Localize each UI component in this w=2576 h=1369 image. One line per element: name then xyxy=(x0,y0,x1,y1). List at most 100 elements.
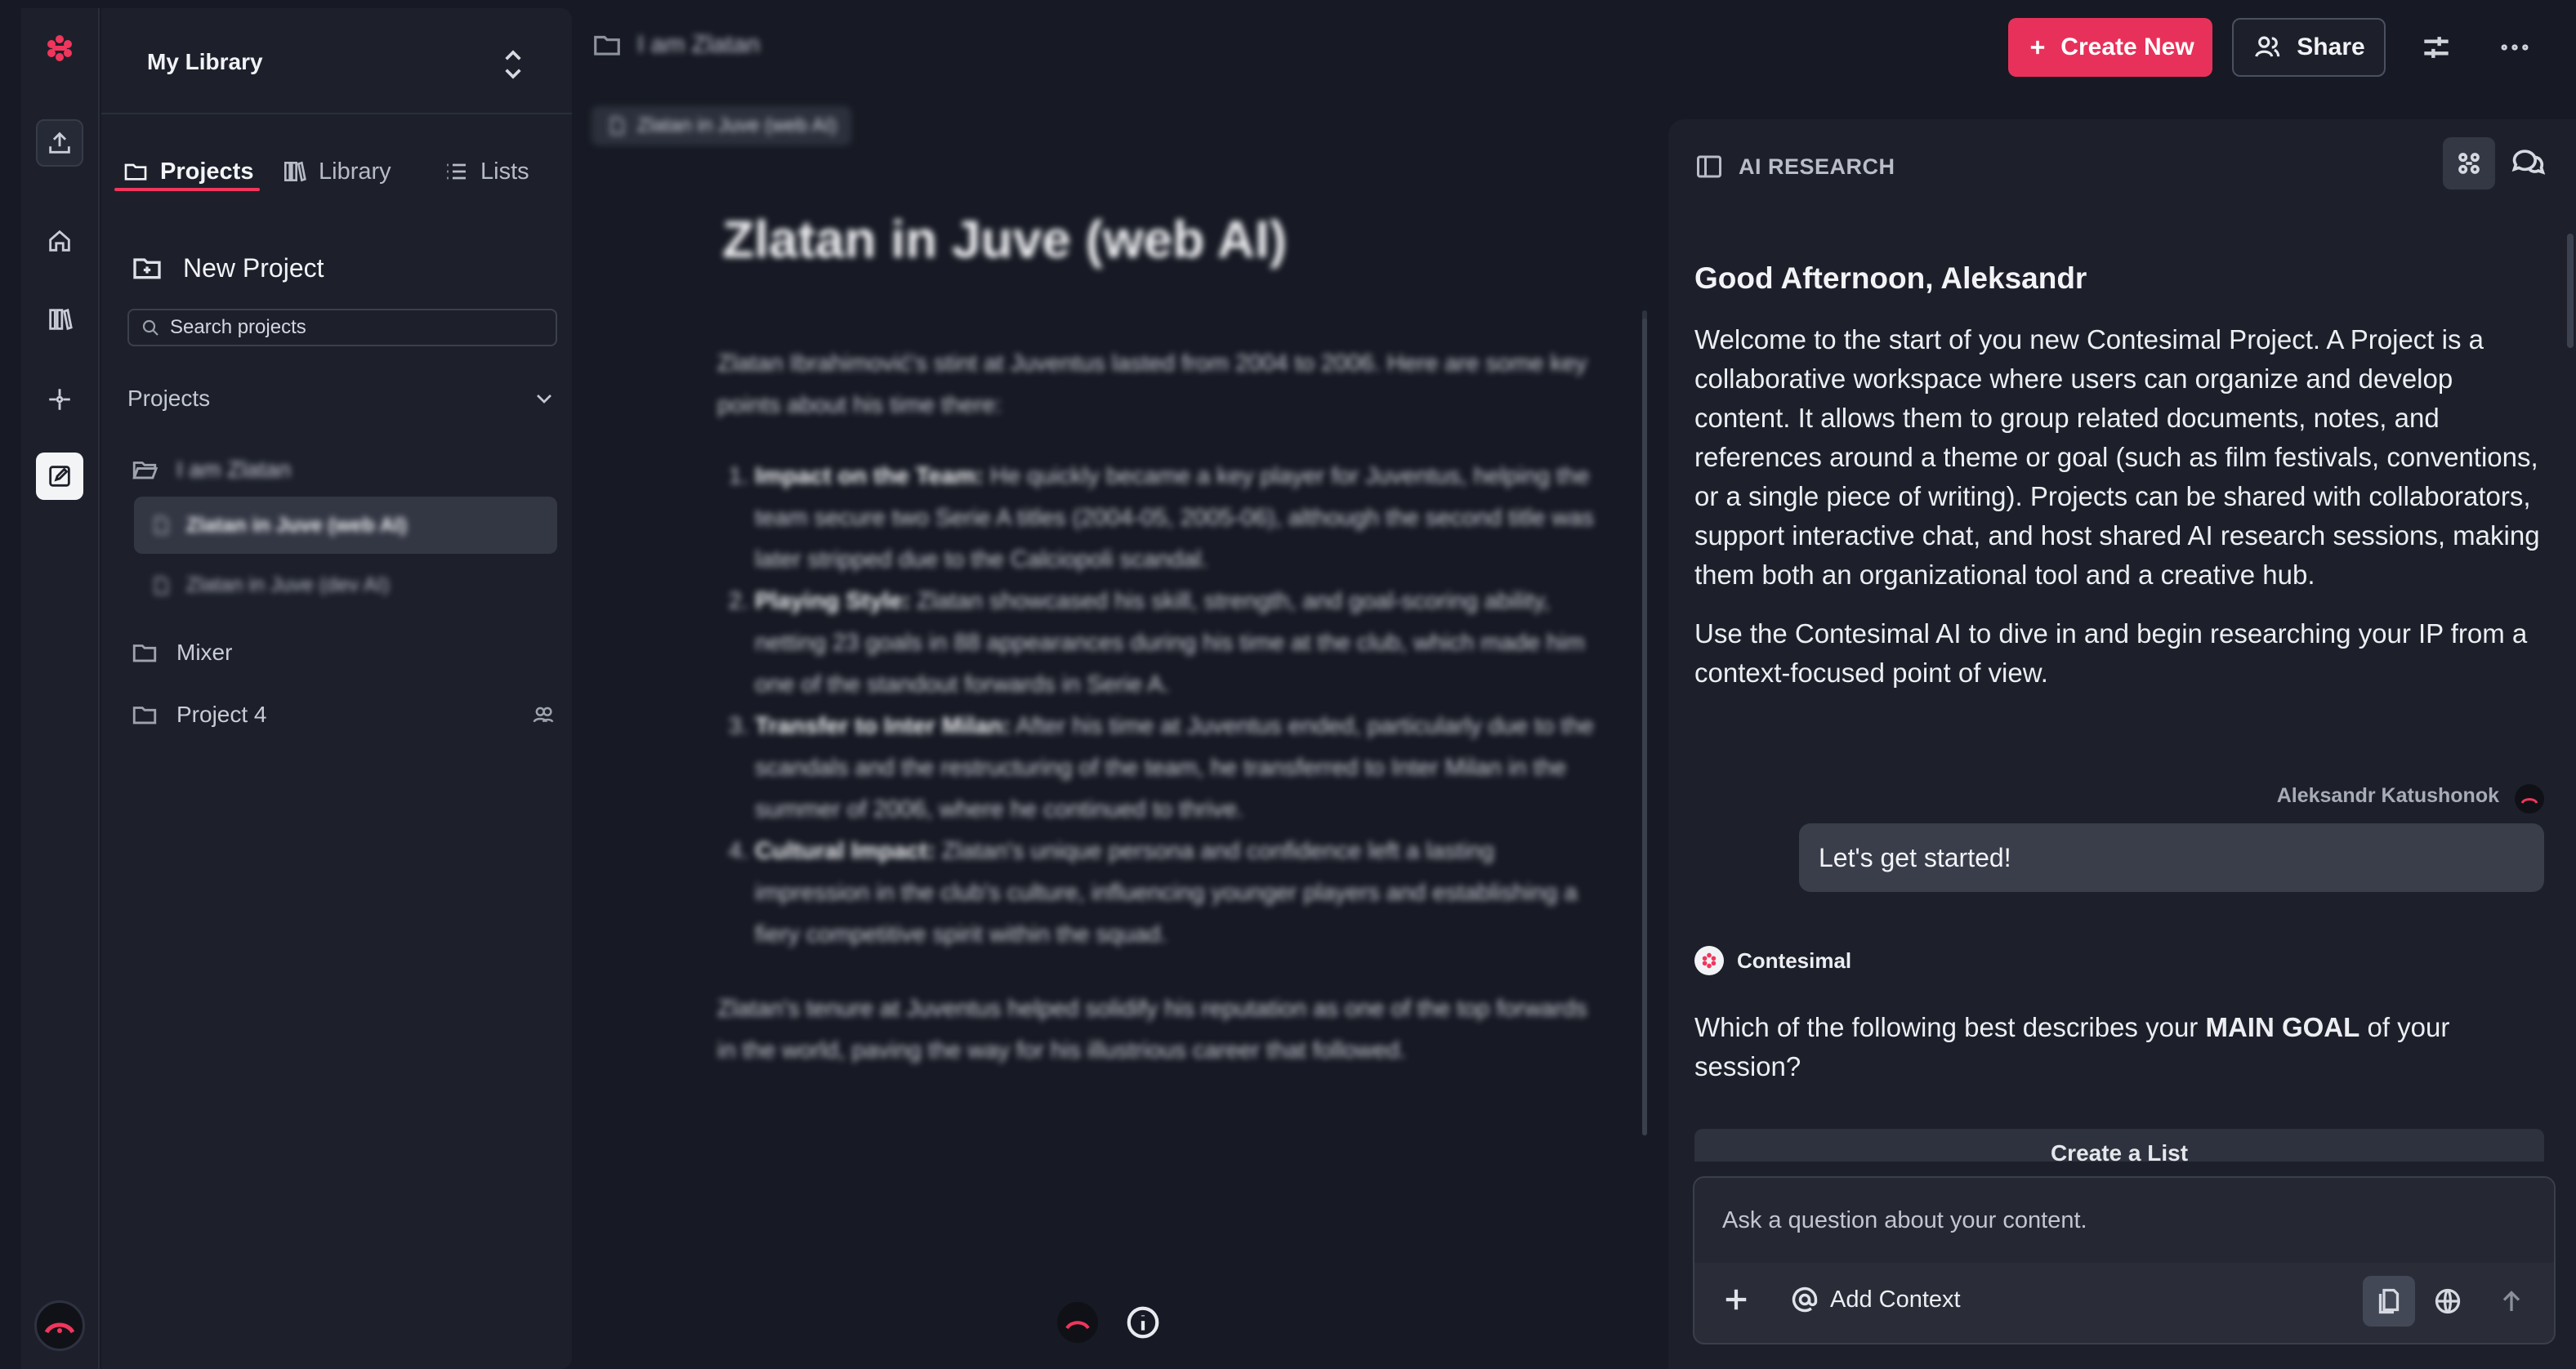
tab-library[interactable]: Library xyxy=(281,155,391,188)
chevron-updown-icon[interactable] xyxy=(497,44,529,85)
share-label: Share xyxy=(2297,33,2365,60)
more-options-icon[interactable] xyxy=(2497,29,2533,65)
shared-users-icon xyxy=(533,707,554,723)
plus-icon[interactable] xyxy=(1719,1282,1753,1317)
plus-icon xyxy=(2031,40,2045,55)
chevron-down-icon[interactable] xyxy=(531,386,557,412)
contesimal-logo-icon xyxy=(1694,946,1724,975)
document-body[interactable]: Zlatan Ibrahimović's stint at Juventus l… xyxy=(717,343,1608,1072)
document-closing: Zlatan's tenure at Juventus helped solid… xyxy=(717,996,1587,1064)
bot-author: Contesimal xyxy=(1694,946,1851,975)
collaborator-avatar[interactable] xyxy=(1057,1302,1098,1343)
folder-icon xyxy=(132,707,157,725)
user-message-text: Let's get started! xyxy=(1819,842,2011,872)
document-intro: Zlatan Ibrahimović's stint at Juventus l… xyxy=(717,350,1587,418)
active-tab-indicator xyxy=(114,188,260,191)
list-item: Cultural Impact: Zlatan's unique persona… xyxy=(755,831,1608,956)
books-icon xyxy=(284,161,306,182)
bot-name: Contesimal xyxy=(1737,948,1852,973)
avatar xyxy=(2515,784,2544,814)
ai-panel-title: AI RESEARCH xyxy=(1739,154,1895,179)
add-context-label: Add Context xyxy=(1830,1286,1961,1313)
document-name: Zlatan in Juve (web AI) xyxy=(186,513,407,537)
books-icon[interactable] xyxy=(36,296,83,343)
list-item-heading: Transfer to Inter Milan: xyxy=(755,713,1011,739)
search-icon xyxy=(142,319,158,336)
scrollbar-thumb[interactable] xyxy=(2567,234,2574,348)
upload-icon[interactable] xyxy=(36,119,83,167)
list-item-heading: Cultural Impact: xyxy=(755,838,935,864)
projects-heading: Projects xyxy=(127,386,211,411)
app-rail xyxy=(21,8,100,1369)
project-name: I am Zlatan xyxy=(176,457,292,482)
list-icon xyxy=(447,163,466,180)
chat-history-icon[interactable] xyxy=(2510,144,2551,185)
settings-sliders-icon[interactable] xyxy=(2418,29,2454,65)
search-box[interactable] xyxy=(127,309,557,346)
sidebar-toggle-icon[interactable] xyxy=(1694,152,1724,181)
list-item-heading: Playing Style: xyxy=(755,588,911,614)
tab-label: Lists xyxy=(480,158,529,185)
library-title[interactable]: My Library xyxy=(147,49,263,75)
document-icon xyxy=(154,516,168,534)
project-folder[interactable]: Project 4 xyxy=(131,701,556,729)
add-context-button[interactable]: Add Context xyxy=(1789,1284,1961,1315)
document-item-active[interactable]: Zlatan in Juve (web AI) xyxy=(134,497,557,554)
projects-section-header[interactable]: Projects xyxy=(127,386,557,412)
ai-research-panel: AI RESEARCH Good Afternoon, Aleksandr We… xyxy=(1668,119,2576,1369)
edit-icon[interactable] xyxy=(36,453,83,500)
list-item-heading: Impact on the Team: xyxy=(755,463,984,489)
user-message: Let's get started! xyxy=(1799,823,2544,892)
scrollbar-thumb[interactable] xyxy=(1642,319,1647,1135)
avatar[interactable] xyxy=(34,1300,85,1351)
document-icon xyxy=(154,576,168,595)
list-item: Playing Style: Zlatan showcased his skil… xyxy=(755,581,1608,706)
intro-paragraph: Use the Contesimal AI to dive in and beg… xyxy=(1694,618,2528,688)
divider xyxy=(101,113,572,114)
project-name: Mixer xyxy=(176,640,233,665)
document-title[interactable]: Zlatan in Juve (web AI) xyxy=(722,209,1287,270)
document-icon xyxy=(610,117,624,135)
document-item[interactable]: Zlatan in Juve (dev AI) xyxy=(150,573,390,597)
project-folder-open[interactable]: I am Zlatan xyxy=(131,456,291,484)
intro-paragraph: Welcome to the start of you new Contesim… xyxy=(1694,324,2540,590)
tab-label: Projects xyxy=(160,158,254,185)
breadcrumb[interactable]: I am Zlatan xyxy=(592,29,760,60)
message-author: Aleksandr Katushonok xyxy=(2276,784,2499,807)
breadcrumb-project[interactable]: I am Zlatan xyxy=(637,31,760,59)
tab-lists[interactable]: Lists xyxy=(443,155,529,188)
document-name: Zlatan in Juve (dev AI) xyxy=(186,573,390,596)
send-arrow-icon[interactable] xyxy=(2487,1276,2536,1327)
folder-icon xyxy=(594,35,620,56)
project-name: Project 4 xyxy=(176,702,267,727)
search-input[interactable] xyxy=(170,316,529,339)
new-project-label: New Project xyxy=(183,252,324,283)
goal-option-button[interactable]: Create a List xyxy=(1694,1129,2544,1162)
question-text: Which of the following best describes yo… xyxy=(1694,1012,2206,1042)
list-item: Transfer to Inter Milan: After his time … xyxy=(755,706,1608,831)
ai-sparkle-icon[interactable] xyxy=(36,376,83,423)
project-folder[interactable]: Mixer xyxy=(131,639,232,667)
app-logo-icon[interactable] xyxy=(41,29,78,67)
ai-panel-header: AI RESEARCH xyxy=(1694,152,1895,181)
create-new-label: Create New xyxy=(2060,33,2194,60)
question-emphasis: MAIN GOAL xyxy=(2205,1012,2360,1042)
tab-label: Library xyxy=(319,158,391,185)
new-project-button[interactable]: New Project xyxy=(131,252,324,284)
home-icon[interactable] xyxy=(36,217,83,265)
info-icon[interactable] xyxy=(1124,1304,1162,1341)
tab-projects[interactable]: Projects xyxy=(123,155,253,188)
create-new-button[interactable]: Create New xyxy=(2008,18,2212,77)
ai-mode-icon[interactable] xyxy=(2443,137,2495,190)
bot-question: Which of the following best describes yo… xyxy=(1694,1008,2544,1086)
list-item: Impact on the Team: He quickly became a … xyxy=(755,456,1608,581)
document-tab-label: Zlatan in Juve (web AI) xyxy=(637,114,837,136)
folder-open-icon xyxy=(132,462,158,479)
folder-plus-icon xyxy=(133,258,161,279)
documents-mode-icon[interactable] xyxy=(2363,1276,2415,1327)
at-sign-icon xyxy=(1792,1287,1818,1313)
document-tab[interactable]: Zlatan in Juve (web AI) xyxy=(592,106,852,145)
web-search-icon[interactable] xyxy=(2423,1276,2472,1327)
share-button[interactable]: Share xyxy=(2232,18,2386,77)
chat-input[interactable] xyxy=(1694,1178,2554,1263)
